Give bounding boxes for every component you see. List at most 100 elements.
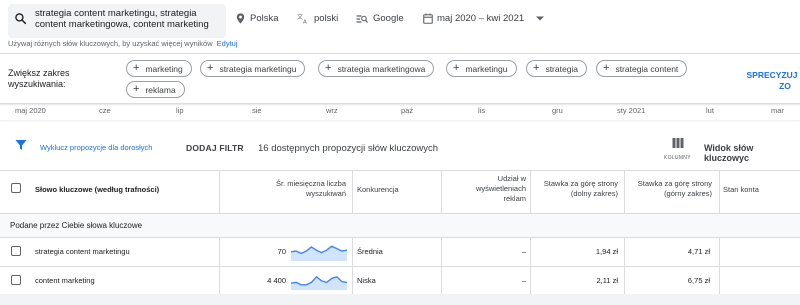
- top-bar: strategia content marketingu, strategia …: [0, 0, 800, 53]
- month-label: lis: [478, 106, 486, 115]
- date-range-selector[interactable]: maj 2020 – kwi 2021: [420, 9, 550, 29]
- trend-sparkline: [291, 275, 347, 290]
- month-label: lip: [176, 106, 184, 115]
- chip-strategia[interactable]: + strategia: [526, 60, 588, 77]
- column-divider: [719, 237, 720, 294]
- chip-label: strategia marketingowa: [337, 63, 426, 74]
- plus-icon: +: [533, 62, 540, 74]
- avg-searches-cell: 4 400: [267, 276, 286, 285]
- avg-searches-column-header[interactable]: Śr. miesięczna liczba wyszukiwań: [240, 179, 346, 199]
- svg-text:文: 文: [297, 13, 303, 21]
- plus-icon: +: [207, 62, 214, 74]
- chip-strategia-marketingu[interactable]: + strategia marketingu: [200, 60, 306, 77]
- search-keywords-text[interactable]: strategia content marketingu, strategia …: [35, 8, 225, 30]
- bid-low-cell: 1,94 zł: [595, 247, 618, 256]
- group-label: Podane przez Ciebie słowa kluczowe: [10, 221, 143, 230]
- location-label: Polska: [250, 13, 279, 24]
- select-all-checkbox[interactable]: [11, 183, 21, 193]
- impression-share-cell: –: [521, 276, 526, 285]
- chip-marketing[interactable]: + marketing: [126, 60, 192, 77]
- group-bottom-border: [0, 237, 800, 238]
- language-label: polski: [314, 13, 339, 24]
- broaden-search-row: Zwiększ zakres wyszukiwania: + marketing …: [0, 53, 800, 103]
- row-checkbox[interactable]: [11, 275, 21, 285]
- chip-label: marketingu: [465, 63, 508, 74]
- column-divider: [352, 170, 353, 213]
- keyword-column-header[interactable]: Słowo kluczowe (według trafności): [35, 185, 159, 195]
- exclude-adult-link[interactable]: Wyklucz propozycje dla dorosłych: [40, 143, 152, 152]
- bid-high-column-header[interactable]: Stawka za górę strony (górny zakres): [630, 179, 712, 199]
- bid-low-cell: 2,11 zł: [596, 276, 618, 285]
- search-icon: [15, 13, 27, 25]
- keyword-search-box[interactable]: strategia content marketingu, strategia …: [8, 4, 226, 38]
- month-label: maj 2020: [15, 106, 46, 115]
- month-label: cze: [99, 106, 111, 115]
- filter-funnel-icon[interactable]: [15, 139, 27, 151]
- month-label: sie: [252, 106, 262, 115]
- chip-label: marketing: [145, 63, 183, 74]
- columns-icon[interactable]: [672, 137, 684, 149]
- dropdown-caret-icon: [536, 16, 544, 21]
- plus-icon: +: [133, 62, 140, 74]
- network-label: Google: [373, 13, 404, 24]
- table-top-border: [0, 170, 800, 171]
- keyword-cell: content marketing: [35, 276, 95, 285]
- month-label: gru: [552, 106, 563, 115]
- available-count: 16 dostępnych propozycji słów kluczowych: [258, 143, 439, 154]
- row-border: [0, 266, 800, 267]
- chip-reklama[interactable]: + reklama: [126, 81, 185, 98]
- row-checkbox[interactable]: [11, 246, 21, 256]
- plus-icon: +: [453, 62, 460, 74]
- broaden-label: Zwiększ zakres wyszukiwania:: [8, 68, 70, 89]
- keyword-table: Słowo kluczowe (według trafności) Śr. mi…: [0, 170, 800, 305]
- columns-label[interactable]: KOLUMNY: [664, 155, 691, 161]
- chip-label: strategia marketingu: [219, 63, 297, 74]
- plus-icon: +: [325, 62, 332, 74]
- chip-strategia-marketingowa[interactable]: + strategia marketingowa: [318, 60, 435, 77]
- bid-low-column-header[interactable]: Stawka za górę strony (dolny zakres): [540, 179, 618, 199]
- month-label: mar: [771, 106, 784, 115]
- keyword-cell: strategia content marketingu: [35, 247, 130, 256]
- network-filter[interactable]: Google: [356, 13, 404, 24]
- month-label: paź: [401, 106, 414, 115]
- chip-marketingu[interactable]: + marketingu: [446, 60, 517, 77]
- month-label: lut: [706, 106, 714, 115]
- trend-month-axis: maj 2020 cze lip sie wrz paź lis gru sty…: [0, 103, 800, 120]
- month-label: wrz: [326, 106, 338, 115]
- edit-link[interactable]: Edytuj: [217, 39, 238, 48]
- add-filter-button[interactable]: DODAJ FILTR: [186, 143, 244, 153]
- svg-text:A: A: [303, 20, 307, 25]
- competition-column-header[interactable]: Konkurencja: [357, 185, 399, 195]
- sparkline-area: [291, 246, 347, 261]
- calendar-icon: [423, 13, 433, 24]
- date-range-label: maj 2020 – kwi 2021: [437, 13, 525, 24]
- location-pin-icon: [236, 13, 245, 24]
- month-label: sty 2021: [617, 106, 646, 115]
- avg-searches-cell: 70: [277, 247, 286, 256]
- table-footer-strip: [0, 294, 800, 305]
- column-divider: [719, 170, 720, 213]
- column-divider: [624, 170, 625, 213]
- account-status-column-header[interactable]: Stan konta: [723, 185, 759, 195]
- refine-keywords-button[interactable]: SPRECYZUJ KLUCZO: [745, 70, 800, 92]
- impression-share-column-header[interactable]: Udział w wyświetleniach reklam: [452, 174, 526, 204]
- trend-sparkline: [291, 245, 347, 261]
- bid-high-cell: 4,71 zł: [687, 247, 710, 256]
- chip-strategia-content[interactable]: + strategia content: [596, 60, 688, 77]
- location-filter[interactable]: Polska: [236, 13, 279, 24]
- language-filter[interactable]: 文 A polski: [297, 13, 338, 24]
- chip-label: strategia: [545, 63, 579, 74]
- keyword-group-header: Podane przez Ciebie słowa kluczowe: [0, 214, 800, 237]
- competition-cell: Niska: [357, 276, 376, 285]
- search-network-icon: [356, 14, 368, 23]
- column-divider: [441, 237, 442, 294]
- plus-icon: +: [603, 62, 610, 74]
- search-hint: Używaj różnych słów kluczowych, by uzysk…: [8, 39, 238, 48]
- keyword-filter-bar: Wyklucz propozycje dla dorosłych DODAJ F…: [0, 122, 800, 172]
- column-divider: [624, 237, 625, 294]
- column-divider: [530, 170, 531, 213]
- column-divider: [219, 237, 220, 294]
- keyword-view-selector[interactable]: Widok słów kluczowyc: [704, 143, 800, 163]
- impression-share-cell: –: [521, 247, 526, 256]
- refine-label: SPRECYZUJ KLUCZO: [746, 70, 800, 91]
